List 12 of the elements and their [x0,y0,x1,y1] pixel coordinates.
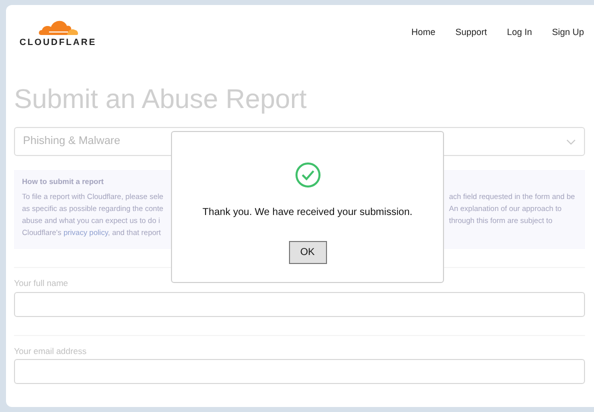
ok-button[interactable]: OK [288,241,326,264]
nav-link[interactable]: Sign Up [552,28,584,37]
dialog-message: Thank you. We have received your submission. [202,206,412,220]
logo-wordmark: CLOUDFLARE [20,38,96,47]
nav-link[interactable]: Home [411,28,436,37]
check-circle-icon [294,162,320,188]
chevron-down-icon [566,138,576,144]
cloud-logo-icon [37,18,79,36]
nav-link[interactable]: Support [455,28,487,37]
nav-link[interactable]: Log In [506,28,532,37]
field-label: Your full name [14,279,70,288]
field-label: Your email address [14,346,88,355]
